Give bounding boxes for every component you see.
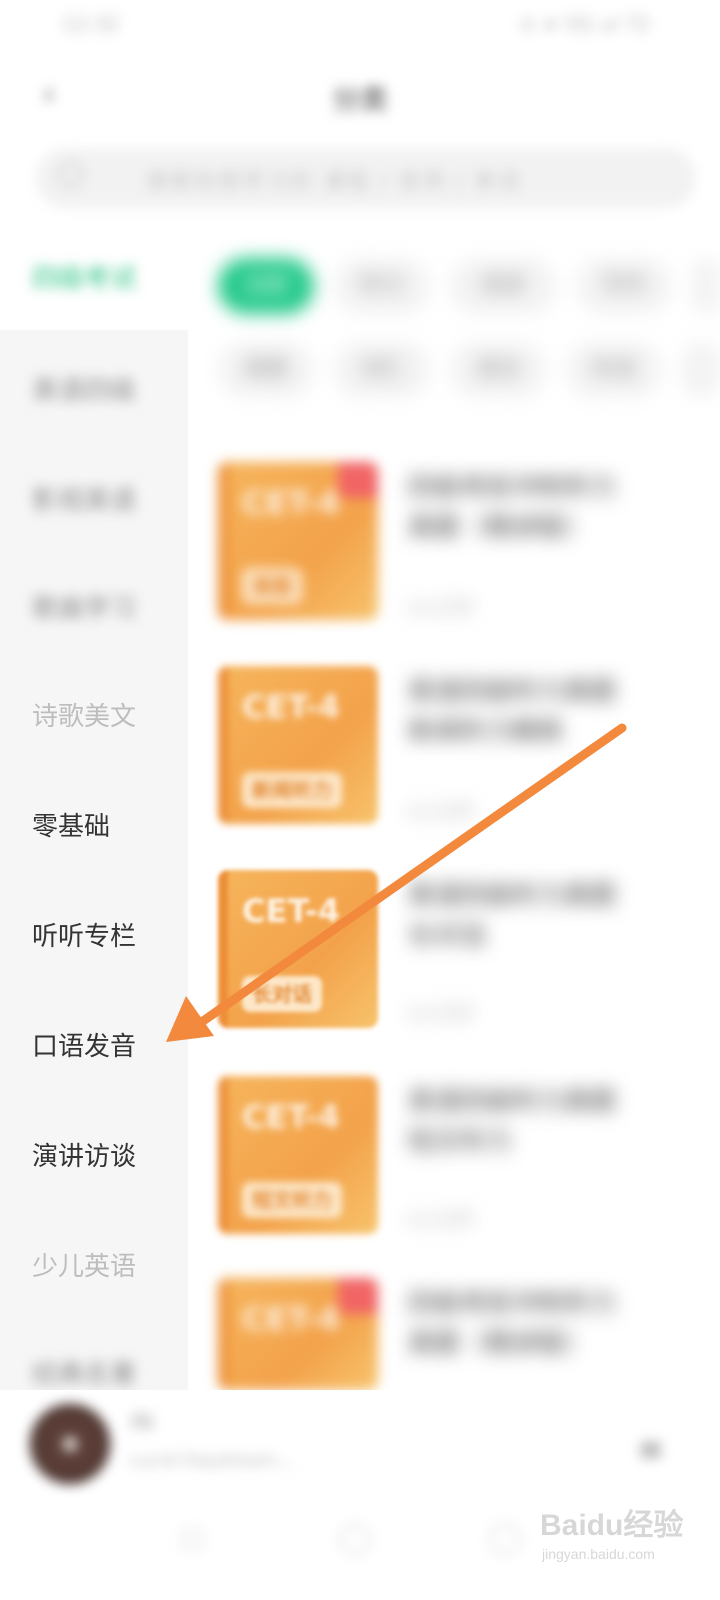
sidebar-item-english-4[interactable]: 英语四级 <box>32 370 136 407</box>
chip-reading[interactable]: 阅读 <box>450 258 556 314</box>
new-badge <box>338 462 378 498</box>
home-icon[interactable]: ◻ <box>180 1520 205 1555</box>
cover-edge <box>218 462 228 620</box>
chip-grammar[interactable]: 语法 <box>450 342 546 398</box>
album-cover[interactable] <box>30 1404 110 1484</box>
search-placeholder: 搜索你想学习的 课程 / 老师 / 单词 <box>146 170 522 195</box>
search-icon <box>58 162 84 188</box>
watermark-brand: Baidu经验 <box>540 1509 684 1542</box>
chip-listen-speak[interactable]: 听说 <box>566 342 662 398</box>
cover-tag: 真题 <box>242 568 302 604</box>
course-meta: 0人已学 <box>408 1004 474 1025</box>
course-meta: 0人已学 <box>408 802 474 823</box>
category-sidebar: 四级考试 英语四级 影视英语 歌曲学习 诗歌美文 零基础 听听专栏 口语发音 演… <box>0 230 188 1390</box>
watermark: Baidu经验 jingyan.baidu.com <box>540 1500 710 1590</box>
status-time: 12:32 <box>62 12 120 36</box>
watermark-url: jingyan.baidu.com <box>542 1546 655 1562</box>
player-subtitle: Lucid Daydream... <box>130 1450 294 1471</box>
course-title[interactable]: 四级考前冲刺听力真题（精讲版） <box>408 468 638 548</box>
page-header: ‹ 分类 <box>0 56 720 126</box>
course-cover[interactable]: CET-4 真题 <box>218 462 378 620</box>
cover-tag: 新闻听力 <box>242 772 342 808</box>
status-bar: 12:32 ⊙ ≋ 5G ul 72 <box>0 0 720 56</box>
course-title[interactable]: 四级考前冲刺听力真题（精讲版） <box>408 1284 638 1364</box>
cover-title: CET-4 <box>242 688 341 726</box>
sidebar-item-listening-column[interactable]: 听听专栏 <box>32 916 136 953</box>
chip-writing[interactable]: 写作 <box>576 258 672 314</box>
course-title[interactable]: 英语四级听力真题新闻听力精练 <box>408 672 638 752</box>
course-cover[interactable]: CET-4 长对话 <box>218 870 378 1028</box>
chip-translation[interactable] <box>692 258 720 314</box>
cover-edge <box>218 1076 228 1234</box>
search-bar[interactable]: 搜索你想学习的 课程 / 老师 / 单词 <box>36 148 696 208</box>
course-cover[interactable]: CET-4 短文听力 <box>218 1076 378 1234</box>
chip-listening[interactable]: 听力 <box>334 258 430 314</box>
course-cover[interactable]: CET-4 <box>218 1278 378 1390</box>
page-title: 分类 <box>331 83 388 116</box>
cover-title: CET-4 <box>242 1300 341 1338</box>
cover-title: CET-4 <box>242 892 341 930</box>
playlist-icon[interactable]: ≡ <box>637 1430 664 1468</box>
cover-tag: 长对话 <box>242 976 322 1012</box>
chip-all[interactable]: 全部 <box>218 258 314 314</box>
sidebar-item-speaking-pronunciation[interactable]: 口语发音 <box>32 1026 136 1063</box>
profile-icon[interactable]: ◯ <box>488 1520 522 1555</box>
sidebar-item-songs[interactable]: 歌曲学习 <box>32 588 136 625</box>
sidebar-item-kids-english[interactable]: 少儿英语 <box>32 1246 136 1283</box>
chip-real-exam[interactable]: 真题 <box>218 342 314 398</box>
course-meta: 0人已学 <box>408 1210 474 1231</box>
player-title: ilk <box>130 1410 155 1435</box>
cover-title: CET-4 <box>242 484 341 522</box>
sidebar-item-beginner[interactable]: 零基础 <box>32 806 110 843</box>
chip-speaking[interactable] <box>682 342 720 398</box>
status-indicators: ⊙ ≋ 5G ul 72 <box>519 12 650 36</box>
sidebar-item-cet4[interactable]: 四级考试 <box>32 258 136 295</box>
cover-edge <box>218 870 228 1028</box>
chip-vocabulary[interactable]: 词汇 <box>334 342 430 398</box>
cover-title: CET-4 <box>242 1098 341 1136</box>
discover-icon[interactable]: ◯ <box>338 1520 372 1555</box>
course-title[interactable]: 英语四级听力真题短文听力 <box>408 1082 638 1162</box>
sidebar-item-poetry[interactable]: 诗歌美文 <box>32 696 136 733</box>
course-title[interactable]: 英语四级听力真题长对话 <box>408 876 638 956</box>
cover-tag: 短文听力 <box>242 1182 342 1218</box>
cover-edge <box>218 666 228 824</box>
course-meta: 0人已学 <box>408 598 474 619</box>
sidebar-item-speech-interview[interactable]: 演讲访谈 <box>32 1136 136 1173</box>
course-cover[interactable]: CET-4 新闻听力 <box>218 666 378 824</box>
sidebar-item-film-english[interactable]: 影视英语 <box>32 480 136 517</box>
cover-edge <box>218 1278 228 1390</box>
new-badge <box>338 1278 378 1314</box>
sidebar-item-classics[interactable]: 经典名著 <box>32 1354 136 1391</box>
